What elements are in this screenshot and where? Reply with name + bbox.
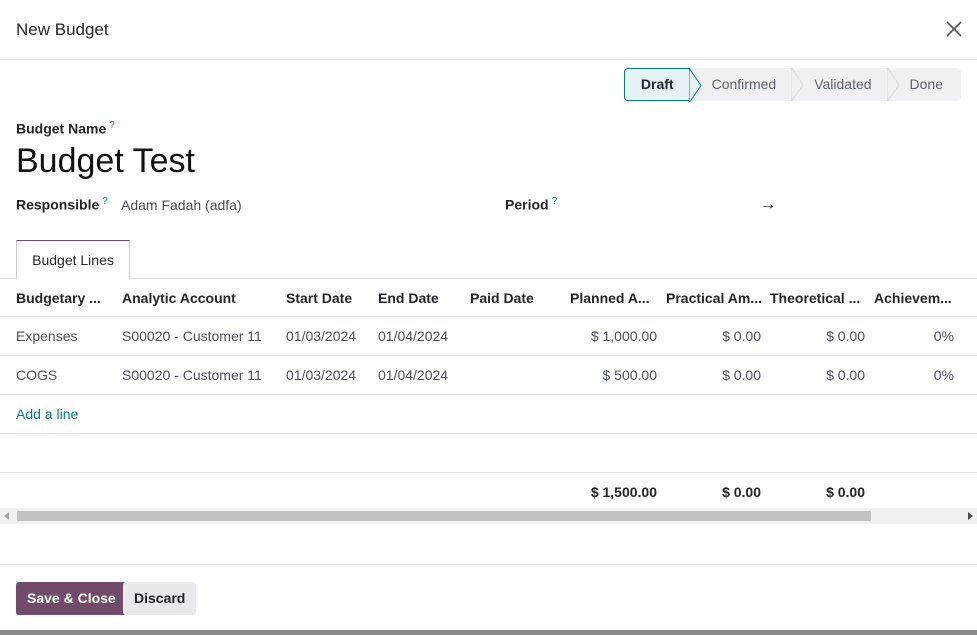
stage-label: Validated xyxy=(814,76,872,92)
responsible-field[interactable]: Adam Fadah (adfa) xyxy=(121,197,242,213)
scroll-right-icon[interactable] xyxy=(968,512,973,520)
planned-total: $ 1,500.00 xyxy=(590,484,657,500)
table-row[interactable]: Expenses S00020 - Customer 11 01/03/2024… xyxy=(0,317,977,356)
column-header[interactable]: Analytic Account xyxy=(122,279,272,317)
theoretical-amount-cell: $ 0.00 xyxy=(826,328,865,344)
table-header: Budgetary ... Analytic Account Start Dat… xyxy=(0,279,977,317)
start-date-cell[interactable]: 01/03/2024 xyxy=(286,317,372,355)
label-text: Period xyxy=(505,196,549,213)
stage-label: Done xyxy=(909,76,943,92)
stage-label: Draft xyxy=(640,76,674,92)
budgetary-position-cell[interactable]: COGS xyxy=(16,356,112,394)
stage-confirmed[interactable]: Confirmed xyxy=(689,68,804,101)
end-date-cell[interactable]: 01/04/2024 xyxy=(378,317,464,355)
dialog-header: New Budget xyxy=(0,0,977,60)
budget-lines-table: Budgetary ... Analytic Account Start Dat… xyxy=(0,279,977,512)
stage-draft[interactable]: Draft xyxy=(623,68,702,102)
practical-total: $ 0.00 xyxy=(722,484,761,500)
column-header[interactable]: Start Date xyxy=(286,279,366,317)
practical-amount-cell: $ 0.00 xyxy=(722,367,761,383)
discard-button[interactable]: Discard xyxy=(123,582,197,615)
chevron-right-icon xyxy=(886,68,900,101)
table-row[interactable]: COGS S00020 - Customer 11 01/03/2024 01/… xyxy=(0,356,977,395)
column-header[interactable]: Budgetary ... xyxy=(16,279,106,317)
column-header[interactable]: Paid Date xyxy=(470,279,550,317)
analytic-account-cell[interactable]: S00020 - Customer 11 xyxy=(122,317,282,355)
add-line-link[interactable]: Add a line xyxy=(16,395,78,434)
column-header[interactable]: End Date xyxy=(378,279,458,317)
theoretical-amount-cell: $ 0.00 xyxy=(826,367,865,383)
start-date-cell[interactable]: 01/03/2024 xyxy=(286,356,372,394)
responsible-label: Responsible? xyxy=(16,196,108,213)
close-icon[interactable] xyxy=(945,20,963,38)
budgetary-position-cell[interactable]: Expenses xyxy=(16,317,112,355)
planned-amount-cell[interactable]: $ 500.00 xyxy=(560,356,658,394)
column-header[interactable]: Achievem... xyxy=(874,279,954,317)
practical-amount-cell: $ 0.00 xyxy=(722,328,761,344)
horizontal-scrollbar[interactable] xyxy=(0,508,977,524)
arrow-right-icon: → xyxy=(760,196,776,213)
planned-amount-cell[interactable]: $ 1,000.00 xyxy=(560,317,657,355)
chevron-right-icon xyxy=(688,69,702,102)
help-tooltip-icon[interactable]: ? xyxy=(109,120,115,131)
add-line-row: Add a line xyxy=(0,395,977,434)
column-header[interactable]: Planned A... xyxy=(570,279,656,317)
tab-budget-lines[interactable]: Budget Lines xyxy=(16,240,130,280)
help-tooltip-icon[interactable]: ? xyxy=(552,196,558,207)
period-label: Period? xyxy=(505,196,557,213)
label-text: Responsible xyxy=(16,196,100,213)
scrollbar-thumb[interactable] xyxy=(17,511,871,521)
chevron-right-icon xyxy=(791,68,804,101)
totals-row: $ 1,500.00 $ 0.00 $ 0.00 xyxy=(0,473,977,512)
empty-row xyxy=(0,434,977,473)
stage-validated[interactable]: Validated xyxy=(792,68,900,101)
analytic-account-cell[interactable]: S00020 - Customer 11 xyxy=(122,356,282,394)
column-header[interactable]: Theoretical ... xyxy=(770,279,860,317)
notebook-tabs: Budget Lines xyxy=(0,240,977,280)
dialog-footer: Save & Close Discard xyxy=(0,564,977,630)
scroll-left-icon[interactable] xyxy=(4,512,9,520)
column-header[interactable]: Practical Am... xyxy=(666,279,762,317)
dialog-title: New Budget xyxy=(16,20,109,39)
save-close-button[interactable]: Save & Close xyxy=(16,582,127,615)
stage-label: Confirmed xyxy=(711,76,777,92)
achievement-cell: 0% xyxy=(933,367,954,383)
new-budget-dialog: New Budget Draft Confirmed Validated Don… xyxy=(0,0,977,630)
help-tooltip-icon[interactable]: ? xyxy=(102,196,108,207)
end-date-cell[interactable]: 01/04/2024 xyxy=(378,356,464,394)
status-bar: Draft Confirmed Validated Done xyxy=(623,68,961,102)
budget-name-input[interactable]: Budget Test xyxy=(16,142,195,181)
theoretical-total: $ 0.00 xyxy=(826,484,865,500)
budget-name-label: Budget Name? xyxy=(16,120,115,137)
label-text: Budget Name xyxy=(16,120,107,137)
achievement-cell: 0% xyxy=(933,328,954,344)
